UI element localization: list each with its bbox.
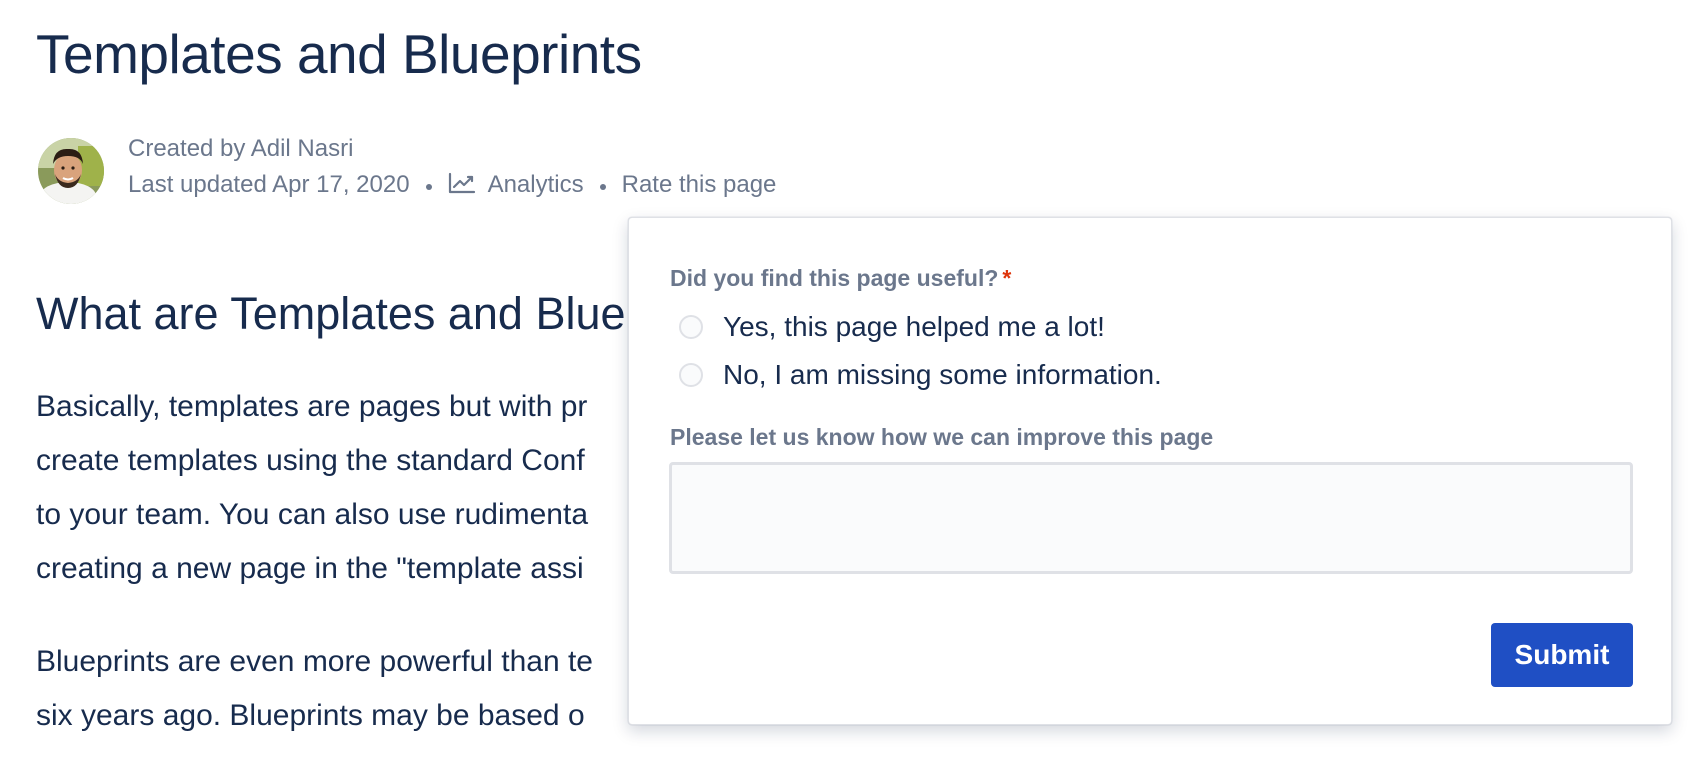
created-by-text: Created by Adil Nasri: [128, 135, 354, 162]
feedback-textarea[interactable]: [669, 462, 1633, 574]
paragraph-line: six years ago. Blueprints may be based o: [36, 699, 585, 732]
rating-popup: Did you find this page useful? * Yes, thi…: [628, 217, 1672, 725]
page-title: Templates and Blueprints: [36, 23, 642, 85]
paragraph-blueprints: Blueprints are even more powerful than t…: [36, 635, 593, 743]
radio-button-no[interactable]: [679, 363, 703, 387]
avatar-image: [38, 138, 104, 204]
rate-this-page-link[interactable]: Rate this page: [622, 171, 777, 199]
question-text: Did you find this page useful?: [670, 265, 999, 291]
page-meta-row: Last updated Apr 17, 2020 Analytics Rate…: [128, 171, 776, 199]
radio-option-yes[interactable]: Yes, this page helped me a lot!: [679, 311, 1105, 343]
analytics-chart-icon[interactable]: [448, 172, 476, 194]
paragraph-line: to your team. You can also use rudimenta: [36, 498, 589, 531]
required-marker: *: [1002, 265, 1012, 291]
separator-dot: [599, 184, 606, 190]
radio-label-yes[interactable]: Yes, this page helped me a lot!: [723, 311, 1105, 343]
avatar[interactable]: [38, 138, 104, 204]
radio-label-no[interactable]: No, I am missing some information.: [723, 359, 1162, 391]
radio-button-yes[interactable]: [679, 315, 703, 339]
usefulness-question-label: Did you find this page useful? *: [670, 265, 1011, 292]
paragraph-templates: Basically, templates are pages but with …: [36, 380, 588, 596]
paragraph-line: create templates using the standard Conf: [36, 444, 585, 477]
improve-feedback-label: Please let us know how we can improve th…: [670, 424, 1214, 450]
analytics-link[interactable]: Analytics: [488, 171, 584, 199]
paragraph-line: Blueprints are even more powerful than t…: [36, 645, 593, 678]
paragraph-line: creating a new page in the "template ass…: [36, 552, 584, 585]
separator-dot: [425, 184, 432, 190]
confluence-page: Templates and Blueprints Created by Adil…: [0, 0, 1704, 758]
submit-button[interactable]: Submit: [1491, 623, 1633, 687]
radio-option-no[interactable]: No, I am missing some information.: [679, 359, 1162, 391]
section-heading: What are Templates and Bluep: [36, 288, 651, 339]
last-updated-text: Last updated Apr 17, 2020: [128, 171, 410, 198]
paragraph-line: Basically, templates are pages but with …: [36, 390, 588, 423]
